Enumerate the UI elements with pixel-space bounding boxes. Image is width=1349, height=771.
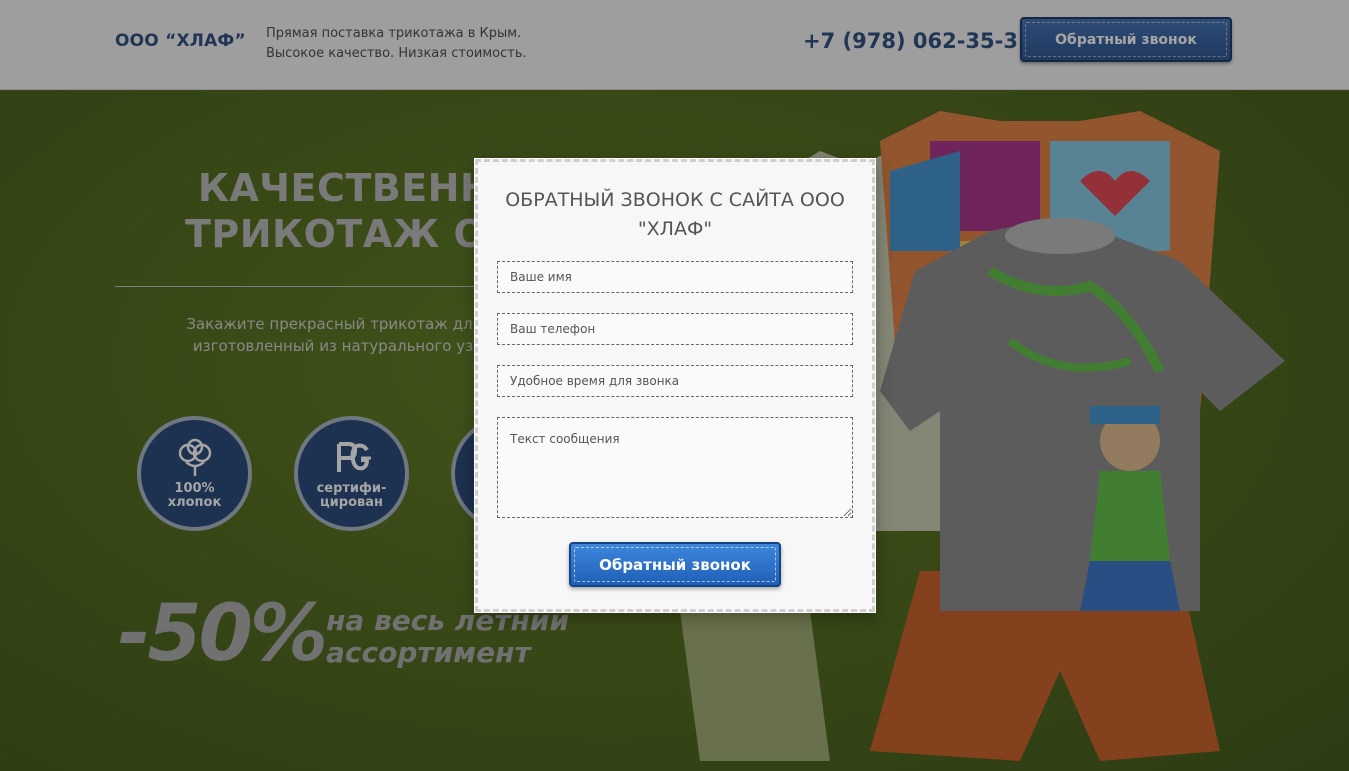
promo-text: на весь летний ассортимент bbox=[326, 605, 569, 669]
site-header: ООО “ХЛАФ” Прямая поставка трикотажа в К… bbox=[0, 0, 1349, 90]
header-phone[interactable]: +7 (978) 062-35-31 bbox=[803, 29, 1033, 53]
call-time-input[interactable] bbox=[497, 365, 853, 397]
phone-input[interactable] bbox=[497, 313, 853, 345]
modal-title: ОБРАТНЫЙ ЗВОНОК С САЙТА ООО "ХЛАФ" bbox=[505, 189, 845, 240]
name-input[interactable] bbox=[497, 261, 853, 293]
badge-cotton: 100% хлопок bbox=[137, 416, 252, 531]
tagline-line-1: Прямая поставка трикотажа в Крым. bbox=[266, 26, 522, 41]
company-logo[interactable]: ООО “ХЛАФ” bbox=[115, 31, 246, 51]
promo-block: -50% на весь летний ассортимент bbox=[118, 589, 569, 679]
badge-cotton-line-1: 100% bbox=[174, 481, 215, 496]
badge-certified: сертифи- цирован bbox=[294, 416, 409, 531]
submit-callback-button[interactable]: Обратный звонок bbox=[569, 542, 781, 587]
message-textarea[interactable] bbox=[497, 417, 853, 518]
badge-cotton-text: 100% хлопок bbox=[141, 482, 248, 510]
header-callback-button[interactable]: Обратный звонок bbox=[1020, 17, 1232, 62]
header-tagline: Прямая поставка трикотажа в Крым. Высоко… bbox=[266, 24, 527, 64]
tagline-line-2: Высокое качество. Низкая стоимость. bbox=[266, 46, 527, 61]
rst-cert-icon bbox=[336, 442, 371, 472]
promo-percent: -50% bbox=[118, 589, 328, 679]
callback-modal: ОБРАТНЫЙ ЗВОНОК С САЙТА ООО "ХЛАФ" Обрат… bbox=[475, 159, 875, 612]
badge-cotton-line-2: хлопок bbox=[167, 495, 222, 510]
badge-certified-text: сертифи- цирован bbox=[298, 482, 405, 510]
badge-certified-line-1: сертифи- bbox=[316, 481, 387, 496]
badge-certified-line-2: цирован bbox=[320, 495, 383, 510]
promo-line-2: ассортимент bbox=[326, 636, 531, 669]
cotton-icon bbox=[178, 438, 211, 476]
